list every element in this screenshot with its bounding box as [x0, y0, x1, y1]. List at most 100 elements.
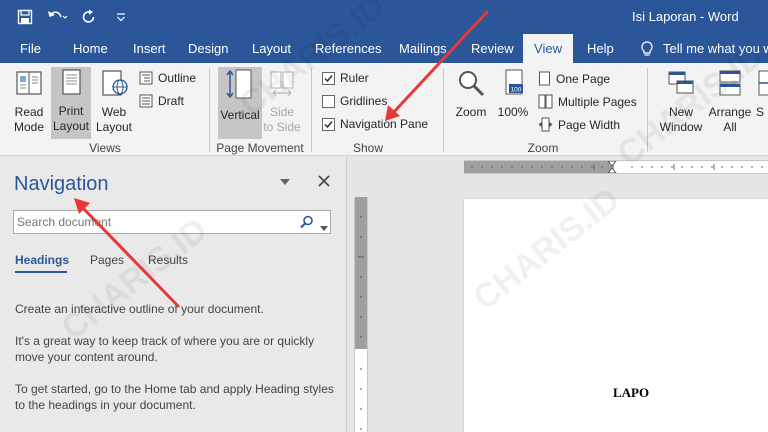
- tell-me-label: Tell me what you w: [663, 41, 768, 56]
- ruler-ticks: [358, 216, 364, 430]
- vertical-scroll-icon: [226, 69, 252, 99]
- vertical-button[interactable]: Vertical: [218, 67, 262, 139]
- undo-button[interactable]: [46, 6, 68, 28]
- zoom-100-label: 100%: [497, 105, 529, 119]
- search-document-input[interactable]: [17, 214, 293, 230]
- navigation-title: Navigation: [14, 173, 109, 195]
- search-document-box[interactable]: [13, 210, 331, 234]
- arrange-all-button[interactable]: Arrange All: [706, 68, 754, 138]
- quick-access-toolbar: [14, 6, 132, 28]
- tab-insert[interactable]: Insert: [133, 34, 166, 63]
- tab-home[interactable]: Home: [73, 34, 108, 63]
- page-width-icon: [538, 117, 553, 132]
- search-button[interactable]: [300, 215, 314, 232]
- navigation-pane-check: [322, 117, 335, 131]
- page-width-button[interactable]: Page Width: [538, 117, 620, 132]
- save-icon: [17, 9, 33, 25]
- tab-help[interactable]: Help: [587, 34, 614, 63]
- pane-options-icon[interactable]: [280, 178, 290, 186]
- read-mode-icon: [16, 71, 42, 95]
- horizontal-ruler[interactable]: [464, 160, 768, 174]
- tab-references[interactable]: References: [315, 34, 381, 63]
- print-layout-button[interactable]: Print Layout: [51, 67, 91, 139]
- ruler-checkbox[interactable]: Ruler: [322, 71, 369, 85]
- new-window-button[interactable]: New Window: [655, 68, 707, 138]
- search-options-button[interactable]: [320, 220, 328, 234]
- tell-me-box[interactable]: Tell me what you w: [640, 34, 768, 63]
- document-heading-text: LAPO: [613, 385, 650, 400]
- draft-label: Draft: [158, 94, 185, 108]
- tab-design[interactable]: Design: [188, 34, 228, 63]
- navigation-pane-checkbox[interactable]: Navigation Pane: [322, 117, 428, 131]
- nav-help-text-3: To get started, go to the Home tab and a…: [15, 382, 334, 412]
- print-layout-label-1: Print: [58, 104, 84, 118]
- nav-help-text-1: Create an interactive outline of your do…: [15, 302, 264, 316]
- zoom-button[interactable]: Zoom: [452, 68, 490, 138]
- read-mode-label-2: Mode: [13, 120, 45, 134]
- side-to-side-label-2: to Side: [263, 120, 301, 134]
- split-button[interactable]: S: [756, 68, 768, 138]
- tab-mailings[interactable]: Mailings: [399, 34, 447, 63]
- undo-icon: [48, 11, 68, 19]
- print-layout-icon: [62, 69, 81, 95]
- arrange-all-label-1: Arrange: [708, 105, 752, 119]
- outline-label: Outline: [158, 71, 197, 85]
- web-layout-icon: [102, 70, 128, 96]
- gridlines-checkbox[interactable]: Gridlines: [322, 94, 387, 108]
- zoom-100-button[interactable]: 100 100%: [494, 68, 532, 138]
- outline-icon: [139, 71, 153, 85]
- arrange-all-label-2: All: [723, 120, 737, 134]
- one-page-button[interactable]: One Page: [538, 71, 610, 86]
- draft-button[interactable]: Draft: [139, 94, 184, 108]
- vertical-label: Vertical: [220, 108, 260, 122]
- nav-tab-pages[interactable]: Pages: [90, 253, 124, 267]
- ruler-check: [322, 71, 335, 85]
- web-layout-label-2: Layout: [95, 120, 133, 134]
- nav-tab-results[interactable]: Results: [148, 253, 188, 267]
- web-layout-button[interactable]: Web Layout: [93, 68, 135, 138]
- ruler-label: Ruler: [340, 71, 369, 85]
- vertical-ruler[interactable]: [354, 197, 368, 432]
- draft-icon: [139, 94, 153, 108]
- tab-file[interactable]: File: [20, 34, 41, 63]
- gridlines-label: Gridlines: [340, 94, 388, 108]
- tab-view[interactable]: View: [523, 34, 573, 63]
- save-button[interactable]: [14, 6, 36, 28]
- redo-icon: [82, 9, 95, 23]
- tab-review[interactable]: Review: [471, 34, 514, 63]
- zoom-label: Zoom: [455, 105, 487, 119]
- ruler-ticks: [471, 161, 763, 173]
- title-bar: Isi Laporan - Word: [0, 0, 768, 34]
- group-label-show: Show: [352, 141, 384, 155]
- page-width-label: Page Width: [558, 117, 621, 132]
- chevron-down-icon: [320, 226, 328, 231]
- read-mode-button[interactable]: Read Mode: [8, 68, 50, 138]
- read-mode-label-1: Read: [14, 105, 44, 119]
- web-layout-label-1: Web: [101, 105, 127, 119]
- group-separator: [443, 68, 444, 152]
- zoom-100-icon: 100: [505, 69, 523, 95]
- tab-layout[interactable]: Layout: [252, 34, 291, 63]
- group-separator: [647, 68, 648, 152]
- print-layout-label-2: Layout: [52, 119, 90, 133]
- one-page-icon: [539, 71, 550, 86]
- navigation-pane-label: Navigation Pane: [340, 117, 429, 131]
- magnifier-icon: [459, 71, 485, 97]
- search-icon: [300, 215, 313, 229]
- ribbon-view: Read Mode Print Layout Web Layout Outlin…: [0, 63, 768, 156]
- side-to-side-button[interactable]: Side to Side: [262, 68, 302, 138]
- outline-button[interactable]: Outline: [139, 71, 196, 85]
- nav-tab-headings[interactable]: Headings: [15, 253, 69, 267]
- customize-quick-access-button[interactable]: [110, 6, 132, 28]
- split-icon: [758, 70, 768, 96]
- new-window-label-2: Window: [659, 120, 703, 134]
- new-window-icon: [668, 71, 694, 94]
- active-tab-underline: [15, 271, 67, 273]
- lightbulb-icon: [641, 40, 653, 56]
- document-area: LAPO: [348, 157, 768, 432]
- redo-button[interactable]: [78, 6, 100, 28]
- close-pane-button[interactable]: [318, 173, 330, 190]
- split-label: S: [756, 105, 765, 119]
- multiple-pages-button[interactable]: Multiple Pages: [538, 94, 637, 109]
- group-label-page-movement: Page Movement: [216, 141, 304, 155]
